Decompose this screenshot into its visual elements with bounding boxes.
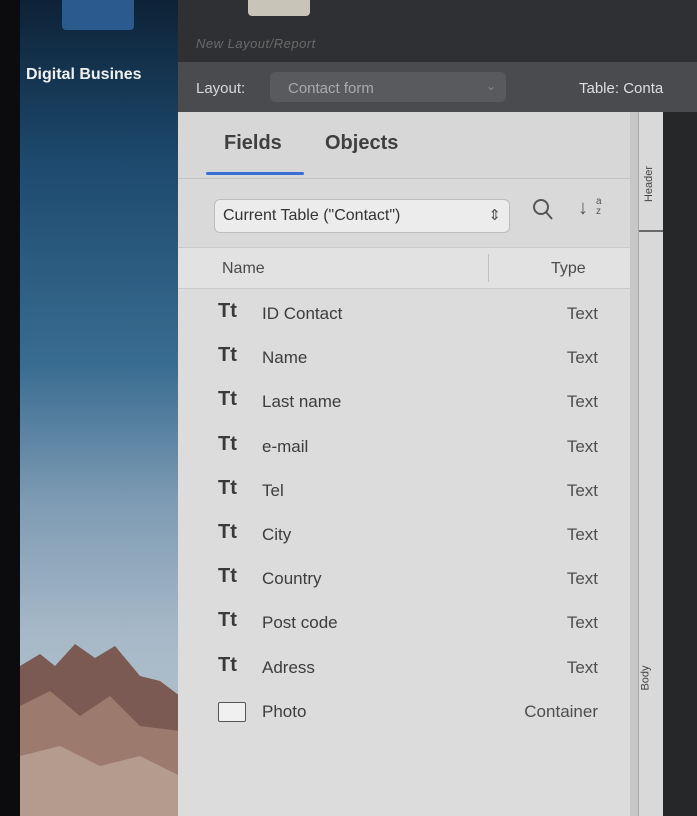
header-part-label: Header: [643, 165, 656, 203]
field-row[interactable]: Tt ID Contact Text: [178, 292, 630, 336]
field-name: City: [262, 524, 292, 544]
document-icon: [248, 0, 310, 16]
field-name: Adress: [262, 657, 315, 677]
field-row[interactable]: Tt Last name Text: [178, 380, 630, 424]
table-label: Table: Conta: [579, 80, 664, 97]
field-row[interactable]: Tt City Text: [178, 513, 630, 557]
field-row[interactable]: Tt e-mail Text: [178, 425, 630, 469]
header-part[interactable]: Header: [639, 112, 663, 232]
field-type: Text: [566, 480, 598, 500]
text-field-icon: Tt: [218, 609, 237, 632]
chevron-down-icon: ⌄: [485, 79, 496, 93]
table-selector-value: Current Table ("Contact"): [223, 207, 401, 224]
field-name: ID Contact: [262, 304, 343, 323]
text-field-icon: Tt: [218, 388, 237, 411]
field-type: Text: [566, 524, 598, 544]
app-window: New Layout/Report Layout: Contact form ⌄…: [178, 0, 697, 816]
desktop-background: Digital Busines: [20, 0, 180, 816]
field-name: Country: [262, 569, 322, 589]
layout-parts-strip: Header Body: [638, 112, 664, 816]
field-type: Text: [566, 613, 598, 633]
column-header-name[interactable]: Name: [222, 260, 265, 278]
field-type: Text: [566, 436, 598, 456]
field-type: Text: [566, 392, 598, 412]
sort-arrow-icon: ↓: [578, 197, 588, 219]
column-header-type[interactable]: Type: [551, 260, 586, 278]
field-name: e-mail: [262, 436, 309, 456]
text-field-icon: Tt: [218, 432, 237, 455]
field-type: Text: [566, 657, 598, 677]
tab-fields[interactable]: Fields: [224, 132, 282, 155]
desktop-app-icon[interactable]: [62, 0, 134, 30]
photo-icon: [218, 701, 246, 722]
table-selector[interactable]: Current Table ("Contact") ⇕: [214, 199, 510, 233]
field-type: Text: [566, 304, 598, 323]
layout-bar: Layout: Contact form ⌄ Table: Conta: [178, 62, 697, 112]
layout-dropdown[interactable]: Contact form ⌄: [270, 72, 506, 102]
text-field-icon: Tt: [218, 520, 237, 543]
field-row[interactable]: Tt Post code Text: [178, 601, 630, 645]
sort-az-icon: az: [596, 196, 602, 217]
fields-table-header: Name Type: [178, 247, 630, 289]
layout-canvas[interactable]: [663, 112, 697, 816]
layout-label: Layout:: [196, 80, 246, 97]
search-icon[interactable]: [532, 197, 554, 223]
window-titlebar: New Layout/Report: [178, 0, 697, 62]
tab-objects[interactable]: Objects: [325, 132, 398, 155]
up-down-chevron-icon: ⇕: [488, 207, 501, 224]
field-type: Container: [524, 701, 598, 721]
field-name: Tel: [262, 480, 284, 500]
field-type: Text: [566, 348, 598, 368]
field-type: Text: [566, 569, 598, 589]
field-row[interactable]: Photo Container: [178, 690, 630, 734]
text-field-icon: Tt: [218, 344, 237, 367]
body-part-label[interactable]: Body: [640, 665, 652, 690]
sort-button[interactable]: ↓ az: [576, 197, 606, 227]
fields-list: Tt ID Contact Text Tt Name Text Tt Last …: [178, 292, 630, 734]
field-row[interactable]: Tt Adress Text: [178, 646, 630, 690]
field-row[interactable]: Tt Country Text: [178, 557, 630, 601]
desktop-app-label[interactable]: Digital Busines: [26, 66, 142, 84]
panel-resize-handle[interactable]: [630, 112, 638, 816]
text-field-icon: Tt: [218, 476, 237, 499]
active-tab-indicator: [206, 172, 304, 175]
field-name: Post code: [262, 613, 338, 633]
layout-dropdown-value: Contact form: [288, 80, 374, 97]
text-field-icon: Tt: [218, 565, 237, 588]
field-name: Last name: [262, 392, 342, 412]
fields-toolbar: Current Table ("Contact") ⇕ ↓ az: [178, 179, 630, 247]
panel-tabs: Fields Objects: [178, 112, 630, 179]
field-name: Name: [262, 348, 308, 368]
text-field-icon: Tt: [218, 653, 237, 676]
window-title: New Layout/Report: [196, 36, 316, 51]
text-field-icon: Tt: [218, 300, 237, 322]
field-name: Photo: [262, 701, 307, 721]
column-divider[interactable]: [488, 254, 489, 282]
field-row[interactable]: Tt Tel Text: [178, 469, 630, 513]
field-row[interactable]: Tt Name Text: [178, 336, 630, 380]
mountain-image: [20, 644, 180, 816]
fields-panel: Fields Objects Current Table ("Contact")…: [178, 112, 630, 816]
